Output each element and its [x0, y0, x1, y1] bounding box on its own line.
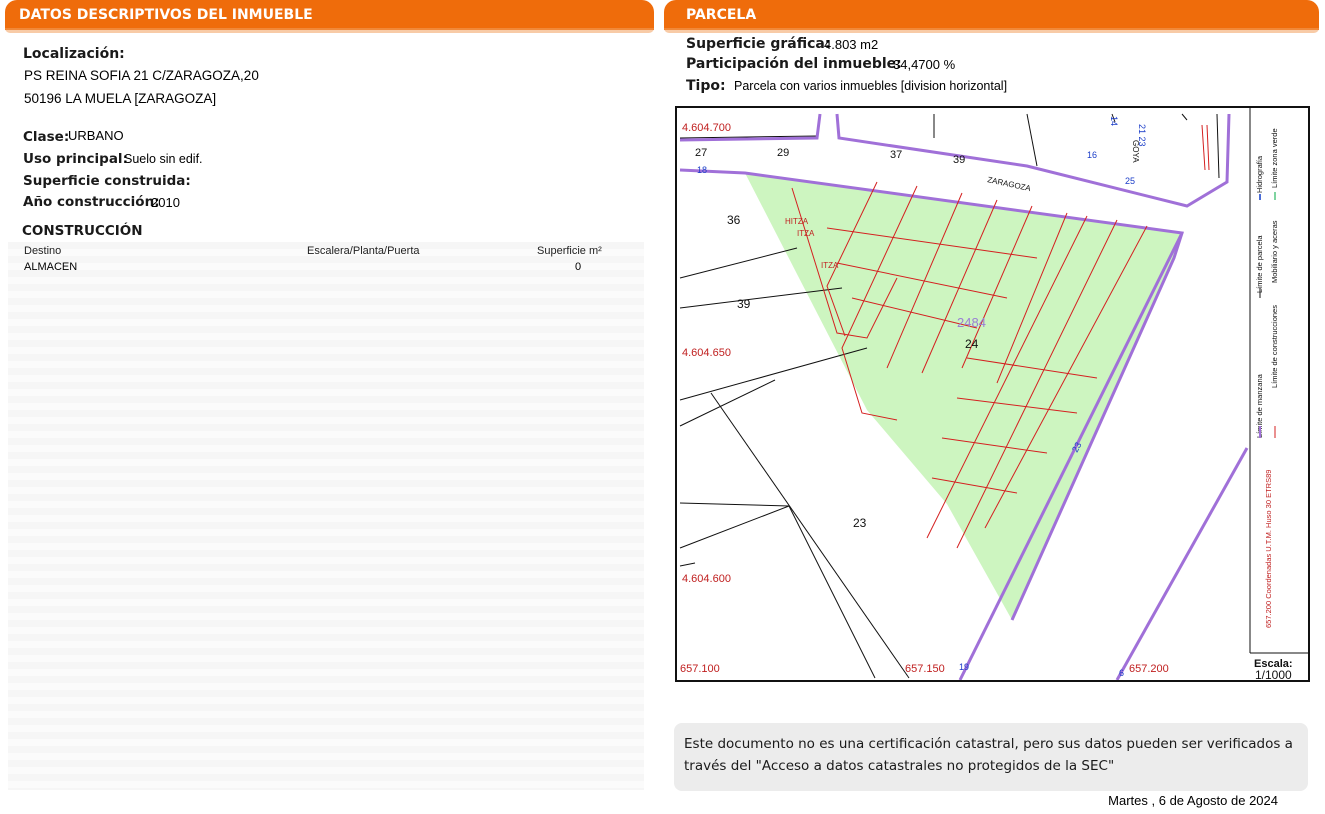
coord-x2: 657.150	[905, 663, 945, 675]
legend-construcciones: Límite de construcciones	[1270, 305, 1279, 388]
coord-y3: 4.604.600	[682, 573, 731, 585]
legend-coordenadas: 657.200 Coordenadas U.T.M. Huso 30 ETRS8…	[1264, 470, 1273, 628]
parcel-number: 39	[737, 297, 751, 311]
parcel-number: 36	[727, 213, 741, 227]
construccion-title: CONSTRUCCIÓN	[22, 223, 143, 239]
parcel-reference: 2484	[957, 315, 986, 330]
parcel-number: 39	[953, 154, 965, 166]
parcel-number: 37	[890, 149, 902, 161]
street-number: 19	[959, 662, 969, 672]
superficie-grafica-value: 4.803 m2	[824, 37, 879, 52]
tipo-label: Tipo:	[686, 78, 726, 94]
coord-y2: 4.604.650	[682, 347, 731, 359]
legend-hidrografia: Hidrografía	[1255, 155, 1264, 193]
coord-x1: 657.100	[680, 663, 720, 675]
col-header-superficie: Superficie m²	[537, 245, 602, 257]
street-number: 18	[697, 165, 707, 175]
superficie-grafica-label: Superficie gráfica:	[686, 36, 831, 52]
participacion-value: 34,4700 %	[893, 57, 956, 72]
parcel-number: 29	[777, 147, 789, 159]
col-header-escalera: Escalera/Planta/Puerta	[307, 245, 420, 257]
legend-zona-verde: Límite zona verde	[1270, 128, 1279, 188]
legend-mobiliario: Mobiliario y aceras	[1270, 220, 1279, 283]
col-header-destino: Destino	[24, 245, 62, 257]
parcel-number: 24	[965, 337, 979, 351]
street-goya: GOYA	[1131, 140, 1140, 163]
svg-text:ITZA: ITZA	[821, 261, 839, 270]
anio-construccion-label: Año construcción:	[23, 194, 160, 210]
superficie-construida-label: Superficie construida:	[23, 173, 191, 189]
coord-x3: 657.200	[1129, 663, 1169, 675]
tipo-value: Parcela con varios inmuebles [division h…	[734, 79, 1008, 93]
address-line1: PS REINA SOFIA 21 C/ZARAGOZA,20	[24, 68, 259, 83]
anio-construccion-value: 2010	[151, 195, 180, 210]
scale-value: 1/1000	[1255, 668, 1292, 680]
map-drawing: 4.604.700 4.604.650 4.604.600 657.100 65…	[679, 108, 1308, 680]
uso-principal-value: Suelo sin edif.	[124, 152, 203, 166]
street-zaragoza: ZARAGOZA	[987, 175, 1033, 193]
uso-principal-label: Uso principal:	[23, 151, 128, 167]
parcel-number: 27	[695, 147, 707, 159]
participacion-label: Participación del inmueble:	[686, 56, 902, 72]
document-date: Martes , 6 de Agosto de 2024	[1108, 793, 1278, 808]
table-cell-superficie: 0	[575, 261, 582, 273]
street-number: 14	[1109, 116, 1119, 126]
legend-parcela: Límite de parcela	[1255, 235, 1264, 293]
cadastral-map: 4.604.700 4.604.650 4.604.600 657.100 65…	[675, 106, 1310, 682]
coord-y1: 4.604.700	[682, 122, 731, 134]
clase-value: URBANO	[68, 128, 124, 143]
table-cell-destino: ALMACEN	[24, 261, 78, 273]
map-legend: Límite de manzana Límite de parcela Hidr…	[1255, 128, 1279, 628]
localizacion-label: Localización:	[23, 46, 125, 62]
svg-text:HITZA: HITZA	[785, 217, 809, 226]
construccion-table: Destino Escalera/Planta/Puerta Superfici…	[8, 242, 644, 790]
address-line2: 50196 LA MUELA [ZARAGOZA]	[24, 91, 217, 106]
svg-text:ITZA: ITZA	[797, 229, 815, 238]
street-number: 25	[1125, 176, 1135, 186]
clase-label: Clase:	[23, 129, 70, 145]
parcel-number: 23	[853, 516, 867, 530]
parcel-area	[745, 173, 1182, 620]
right-panel-header: PARCELA	[664, 0, 1319, 33]
street-number: 16	[1087, 150, 1097, 160]
street-number: 6	[1119, 668, 1124, 678]
left-panel-header: DATOS DESCRIPTIVOS DEL INMUEBLE	[5, 0, 654, 33]
disclaimer-note: Este documento no es una certificación c…	[674, 723, 1308, 791]
